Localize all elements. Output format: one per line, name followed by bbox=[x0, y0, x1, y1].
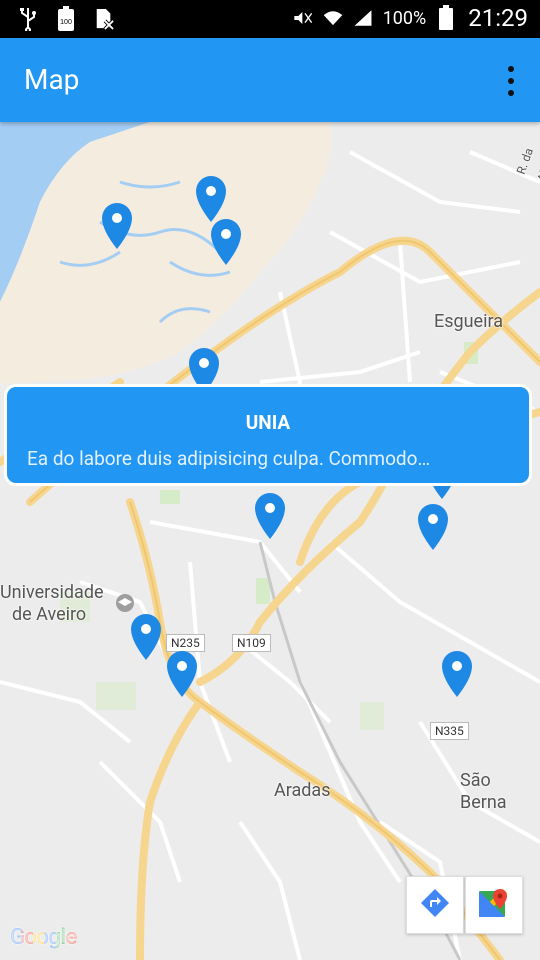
app-bar: Map bbox=[0, 38, 540, 122]
page-title: Map bbox=[24, 63, 80, 96]
no-sim-icon bbox=[94, 7, 114, 31]
more-vert-icon[interactable] bbox=[504, 66, 518, 96]
battery-icon bbox=[436, 5, 456, 30]
directions-icon bbox=[420, 888, 450, 922]
battery-percent: 100% bbox=[382, 7, 427, 29]
map-tiles bbox=[0, 122, 540, 960]
info-window-title: UNIA bbox=[245, 411, 291, 434]
marker-info-window[interactable]: UNIA Ea do labore duis adipisicing culpa… bbox=[4, 384, 532, 486]
map-label-sao-bernardo: São Berna bbox=[460, 770, 507, 813]
status-bar: 100 100% 21:29 bbox=[0, 0, 540, 38]
map-label-aradas: Aradas bbox=[274, 780, 331, 801]
map-pin-marker[interactable] bbox=[209, 218, 243, 266]
map-pin-marker[interactable] bbox=[194, 175, 228, 223]
directions-button[interactable] bbox=[406, 876, 464, 934]
road-shield-n335: N335 bbox=[430, 722, 469, 740]
map-pin-marker[interactable] bbox=[129, 613, 163, 661]
map-pin-marker[interactable] bbox=[165, 650, 199, 698]
map-view[interactable]: Esgueira Universidade de Aveiro Aradas S… bbox=[0, 122, 540, 960]
map-label-esgueira: Esgueira bbox=[434, 311, 504, 332]
clock: 21:29 bbox=[468, 4, 528, 32]
road-shield-n109: N109 bbox=[232, 634, 271, 652]
map-label-universidade: Universidade bbox=[0, 582, 104, 603]
signal-icon bbox=[353, 6, 373, 30]
map-pin-marker[interactable] bbox=[416, 503, 450, 551]
map-label-de-aveiro: de Aveiro bbox=[12, 604, 87, 625]
map-pin-marker[interactable] bbox=[440, 650, 474, 698]
google-logo: Google bbox=[10, 925, 77, 950]
open-in-google-maps-button[interactable] bbox=[465, 876, 523, 934]
map-pin-marker[interactable] bbox=[253, 492, 287, 540]
battery-full-notification-icon: 100 bbox=[56, 6, 76, 31]
google-maps-icon bbox=[478, 887, 510, 923]
wifi-icon bbox=[323, 6, 343, 30]
map-pin-marker[interactable] bbox=[100, 202, 134, 250]
info-window-description: Ea do labore duis adipisicing culpa. Com… bbox=[27, 447, 431, 470]
svg-text:100: 100 bbox=[60, 19, 72, 26]
mute-icon bbox=[293, 6, 313, 30]
usb-icon bbox=[18, 7, 38, 31]
google-attribution-text: Google bbox=[10, 925, 77, 950]
